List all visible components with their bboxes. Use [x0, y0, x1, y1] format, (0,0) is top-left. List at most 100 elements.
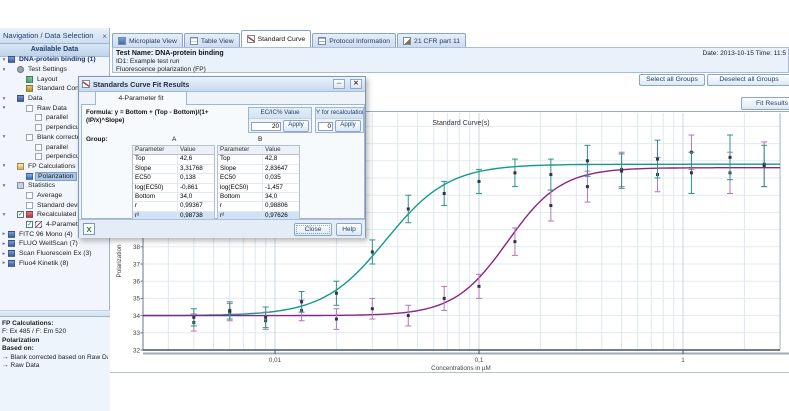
tree-item-dna-protein-binding[interactable]: ▾DNA-protein binding (1) [0, 55, 110, 65]
tab-table-view[interactable]: Table View [184, 33, 240, 48]
collapse-arrow-icon[interactable]: ▾ [0, 183, 8, 189]
checked-checkbox[interactable]: ✓ [17, 211, 24, 218]
tree-indent [8, 108, 26, 109]
collapse-arrow-icon[interactable]: ▾ [0, 163, 8, 169]
sheet-icon [35, 144, 42, 151]
tab-protocol-information[interactable]: Protocol Information [312, 33, 396, 48]
y-recalculation-input[interactable] [318, 122, 333, 131]
select-all-groups-button[interactable]: Select all Groups [639, 74, 705, 86]
data-point-a [371, 307, 374, 310]
dialog-body: Formula: y = Bottom + (Top - Bottom)/(1+… [81, 104, 365, 219]
fp-info-line: → Raw Data [2, 362, 108, 370]
param-row-slope[interactable]: Slope2,83647 [218, 165, 299, 174]
param-row-logec50[interactable]: log(EC50)-1,457 [218, 184, 299, 193]
tree-indent [8, 185, 17, 186]
collapse-arrow-icon[interactable]: ▾ [0, 96, 8, 102]
tree-item-fluo-wellscan[interactable]: ▸FLUO WellScan (7) [0, 239, 110, 249]
plate-icon [8, 250, 15, 257]
tree-indent [8, 147, 35, 148]
tree-item-label: Average [35, 192, 64, 199]
tree-item-test-settings[interactable]: ▾ Test Settings [0, 65, 110, 75]
dialog-titlebar[interactable]: Standards Curve Fit Results ─ ✕ [79, 77, 365, 92]
tree-item-label: Test Settings [26, 66, 69, 73]
param-row-bottom[interactable]: Bottom34,0 [133, 193, 214, 202]
excel-export-button[interactable]: X [83, 223, 95, 235]
close-icon[interactable]: × [102, 29, 107, 44]
tree-item-label: Raw Data [35, 105, 69, 112]
tree-indent [8, 127, 35, 128]
data-point-b [300, 300, 303, 303]
param-value: 34,0 [263, 193, 299, 201]
tab-21-cfr-part-11[interactable]: 21 CFR part 11 [397, 33, 466, 48]
fp-calculations-info-panel: FP Calculations:F: Ex 485 / F: Em 520Pol… [0, 316, 110, 411]
tree-item-label: FP Calculations [26, 163, 77, 170]
fit-formula: Formula: y = Bottom + (Top - Bottom)/(1+… [86, 109, 246, 124]
collapse-arrow-icon[interactable]: ▾ [0, 212, 8, 218]
param-row-r[interactable]: r0,99367 [133, 202, 214, 211]
data-point-a [407, 314, 410, 317]
tree-item-label: Fluo4 Kinetik (8) [17, 260, 71, 267]
param-name: Bottom [218, 193, 263, 201]
collapse-arrow-icon[interactable]: ▾ [0, 67, 8, 73]
expand-arrow-icon[interactable]: ▸ [0, 251, 8, 257]
y-tick-label: 33 [133, 330, 141, 337]
minimize-icon[interactable]: ─ [333, 79, 345, 89]
param-row-ec50[interactable]: EC500,138 [133, 174, 214, 183]
tree-indent [8, 156, 35, 157]
x-tick-label: 0,1 [475, 357, 484, 364]
tree-item-scan-fluorescein-ex[interactable]: ▸Scan Fluorescein Ex (3) [0, 249, 110, 259]
param-name: r [218, 202, 263, 210]
plate-icon [8, 240, 15, 247]
tab-microplate-view[interactable]: Microplate View [112, 33, 183, 48]
tree-item-label: Statistics [26, 182, 57, 189]
parameter-table-group-a: ParameterValueTop42,6Slope3,31768EC500,1… [132, 145, 215, 231]
data-point-b [690, 171, 693, 174]
data-point-b [513, 171, 516, 174]
data-point-b [335, 292, 338, 295]
ec-ic-value-input[interactable] [251, 122, 281, 131]
collapse-arrow-icon[interactable]: ▾ [0, 105, 8, 111]
ec-apply-button[interactable]: Apply [283, 120, 309, 132]
param-row-ec50[interactable]: EC500,035 [218, 174, 299, 183]
tree-item-label: parallel [44, 114, 70, 121]
chart-title: Standard Curve(s) [432, 120, 489, 127]
collapse-arrow-icon[interactable]: ▾ [0, 57, 8, 63]
deselect-all-groups-button[interactable]: Deselect all Groups [707, 74, 789, 86]
param-row-top[interactable]: Top42,6 [133, 155, 214, 164]
close-icon[interactable]: ✕ [350, 79, 362, 89]
param-row-logec50[interactable]: log(EC50)-0,861 [133, 184, 214, 193]
help-button[interactable]: Help [336, 223, 362, 236]
expand-arrow-icon[interactable]: ▸ [0, 231, 8, 237]
y-apply-button[interactable]: Apply [335, 120, 361, 132]
x-tick-label: 0,01 [269, 357, 282, 364]
checked-checkbox[interactable]: ✓ [26, 221, 33, 228]
tree-indent [8, 117, 35, 118]
collapse-arrow-icon[interactable]: ▾ [0, 134, 8, 140]
param-row-r[interactable]: r0,98806 [218, 202, 299, 211]
tree-indent [8, 69, 17, 70]
tab-4-parameter-fit[interactable]: 4-Parameter fit [95, 91, 187, 105]
param-value: -0,861 [178, 184, 214, 192]
param-name: Slope [133, 165, 178, 173]
param-name: Bottom [133, 193, 178, 201]
param-row-slope[interactable]: Slope3,31768 [133, 165, 214, 174]
group-b-label: B [258, 136, 262, 143]
param-row-bottom[interactable]: Bottom34,0 [218, 193, 299, 202]
plate-icon [8, 56, 15, 63]
param-row-top[interactable]: Top42,8 [218, 155, 299, 164]
fit-results-button[interactable]: Fit Results [741, 97, 789, 110]
param-value: 2,83647 [263, 165, 299, 173]
view-tabbar: Microplate ViewTable ViewStandard CurveP… [112, 30, 789, 47]
tab-standard-curve[interactable]: Standard Curve [241, 30, 312, 47]
expand-arrow-icon[interactable]: ▸ [0, 241, 8, 247]
sheet-icon [35, 124, 42, 131]
expand-arrow-icon[interactable]: ▸ [0, 260, 8, 266]
tree-item-fluo4-kinetik[interactable]: ▸ Fluo4 Kinetik (8) [0, 258, 110, 268]
tree-indent [8, 214, 17, 215]
data-point-a [335, 318, 338, 321]
param-value: 0,035 [263, 174, 299, 182]
data-point-b [264, 316, 267, 319]
param-name: EC50 [133, 174, 178, 182]
y-recalculation-label: Y for recalculation [316, 108, 363, 119]
close-button[interactable]: Close [294, 223, 332, 236]
